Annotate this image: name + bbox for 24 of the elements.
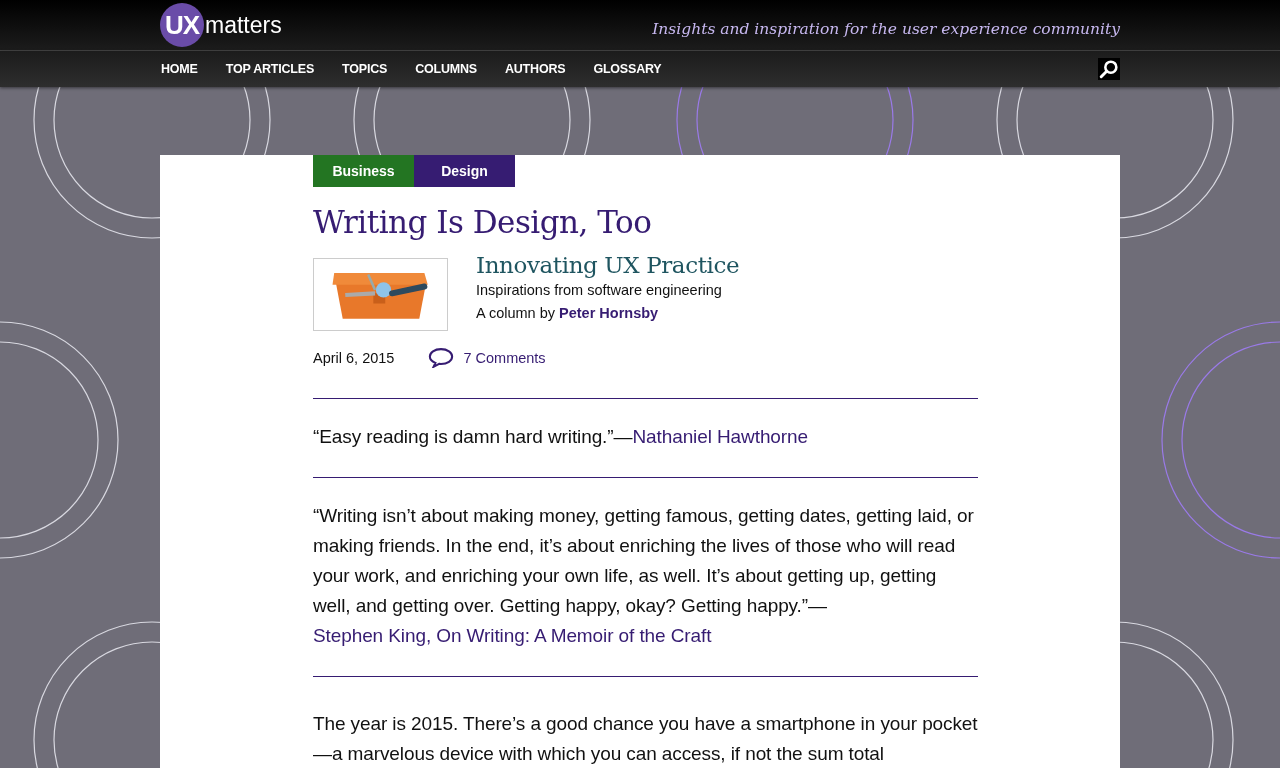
nav-link[interactable]: TOP ARTICLES <box>225 62 315 76</box>
nav-link[interactable]: AUTHORS <box>504 62 566 76</box>
quote-source-link[interactable]: Nathaniel Hawthorne <box>632 426 808 447</box>
byline-text: A column by <box>476 305 555 321</box>
comments-link[interactable]: 7 Comments <box>428 347 546 368</box>
nav-link[interactable]: TOPICS <box>342 62 388 76</box>
nav-link[interactable]: HOME <box>161 62 198 76</box>
nav-link[interactable]: COLUMNS <box>415 62 477 76</box>
search-icon[interactable] <box>1098 58 1120 80</box>
nav-link[interactable]: GLOSSARY <box>593 62 662 76</box>
site-tagline: Insights and inspiration for the user experience community <box>652 20 1120 38</box>
column-name-link[interactable]: Innovating UX Practice <box>476 252 740 278</box>
body-paragraph: The year is 2015. There’s a good chance you have a smartphone in your pocket—a marvelous device with which you can access, if not the sum total <box>313 712 978 766</box>
category-tag[interactable]: Design <box>414 155 515 187</box>
article-title: Writing Is Design, Too <box>313 204 653 240</box>
column-subtitle: Inspirations from software engineering <box>476 282 723 298</box>
publish-date: April 6, 2015 <box>313 349 395 366</box>
site-logo[interactable]: UX matters <box>160 3 282 47</box>
author-link[interactable]: Peter Hornsby <box>559 305 659 321</box>
category-tag[interactable]: Business <box>313 155 414 187</box>
speech-bubble-icon <box>428 347 455 368</box>
quotation-text: “Writing isn’t about making money, getting famous, getting dates, getting laid, or making friends. In the end, it’s about enriching the lives of those who will read your work, and enriching your own life, as well. It’s about getting up, getting well, and getting over. Getting happy, okay? Getting happy.”— Stephen King, On Writing: A Memoir of the Craft <box>313 504 975 648</box>
quotation-text: “Easy reading is damn hard writing.”—Nathaniel Hawthorne <box>313 425 809 449</box>
quote-source-link[interactable]: Stephen King, On Writing: A Memoir of the Craft <box>313 625 712 646</box>
